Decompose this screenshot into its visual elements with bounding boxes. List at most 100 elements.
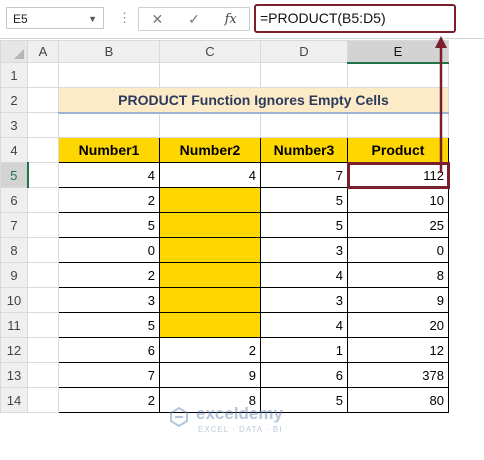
empty-cell-number2[interactable] bbox=[159, 237, 261, 263]
active-cell-product[interactable]: 112 bbox=[346, 161, 450, 189]
row-header[interactable]: 14 bbox=[0, 387, 28, 413]
cell-number2[interactable]: 4 bbox=[159, 162, 261, 188]
cell[interactable] bbox=[27, 112, 59, 138]
select-all-corner[interactable] bbox=[0, 40, 28, 63]
row-header[interactable]: 9 bbox=[0, 262, 28, 288]
more-icon[interactable]: ⋮ bbox=[118, 8, 131, 28]
close-icon[interactable]: ✕ bbox=[145, 11, 169, 28]
formula-input[interactable]: =PRODUCT(B5:D5) bbox=[254, 4, 456, 33]
cell-number1[interactable]: 2 bbox=[58, 387, 160, 413]
empty-cell-number2[interactable] bbox=[159, 262, 261, 288]
cell[interactable] bbox=[260, 62, 348, 88]
row-header[interactable]: 7 bbox=[0, 212, 28, 238]
row-header[interactable]: 13 bbox=[0, 362, 28, 388]
cell[interactable] bbox=[27, 262, 59, 288]
spreadsheet-grid: A B C D E 1 2 PRODUCT Function Ignores E… bbox=[0, 40, 450, 413]
empty-cell-number2[interactable] bbox=[159, 212, 261, 238]
cell-number3[interactable]: 6 bbox=[260, 362, 348, 388]
cell[interactable] bbox=[159, 112, 261, 138]
cell-number3[interactable]: 7 bbox=[260, 162, 348, 188]
cell-number3[interactable]: 5 bbox=[260, 187, 348, 213]
cell[interactable] bbox=[27, 337, 59, 363]
cell-number3[interactable]: 3 bbox=[260, 287, 348, 313]
row-header[interactable]: 3 bbox=[0, 112, 28, 138]
column-header-e[interactable]: E bbox=[347, 40, 449, 64]
cell[interactable] bbox=[260, 112, 348, 138]
cell[interactable] bbox=[27, 237, 59, 263]
cell[interactable] bbox=[27, 287, 59, 313]
row-header[interactable]: 1 bbox=[0, 62, 28, 88]
empty-cell-number2[interactable] bbox=[159, 312, 261, 338]
table-row: 11 5 4 20 bbox=[0, 312, 449, 338]
chevron-down-icon[interactable]: ▼ bbox=[88, 8, 97, 30]
column-header-c[interactable]: C bbox=[159, 40, 261, 63]
cell-number1[interactable]: 5 bbox=[58, 212, 160, 238]
cell-number1[interactable]: 7 bbox=[58, 362, 160, 388]
column-header-row: A B C D E bbox=[0, 40, 449, 64]
row-header[interactable]: 5 bbox=[0, 162, 29, 188]
cell-number1[interactable]: 2 bbox=[58, 187, 160, 213]
row-header[interactable]: 4 bbox=[0, 137, 28, 163]
cell-number1[interactable]: 5 bbox=[58, 312, 160, 338]
sheet-title[interactable]: PRODUCT Function Ignores Empty Cells bbox=[58, 87, 449, 114]
cell[interactable] bbox=[27, 212, 59, 238]
cell[interactable] bbox=[347, 62, 449, 88]
cell-product[interactable]: 25 bbox=[347, 212, 449, 238]
cell-product[interactable]: 12 bbox=[347, 337, 449, 363]
column-header-d[interactable]: D bbox=[260, 40, 348, 63]
cell-number2[interactable]: 2 bbox=[159, 337, 261, 363]
check-icon[interactable]: ✓ bbox=[182, 11, 206, 28]
table-row: 8 0 3 0 bbox=[0, 237, 449, 263]
table-row: 13 7 9 6 378 bbox=[0, 362, 449, 388]
table-row: 10 3 3 9 bbox=[0, 287, 449, 313]
row-header[interactable]: 2 bbox=[0, 87, 28, 113]
cell[interactable] bbox=[58, 112, 160, 138]
header-number3[interactable]: Number3 bbox=[260, 137, 348, 163]
cell[interactable] bbox=[27, 187, 59, 213]
sheet-row: 3 bbox=[0, 112, 449, 138]
cell[interactable] bbox=[27, 137, 59, 163]
header-number1[interactable]: Number1 bbox=[58, 137, 160, 163]
cell-number2[interactable]: 9 bbox=[159, 362, 261, 388]
cell-number3[interactable]: 4 bbox=[260, 262, 348, 288]
cell[interactable] bbox=[27, 362, 59, 388]
cell-product[interactable]: 20 bbox=[347, 312, 449, 338]
cell[interactable] bbox=[58, 62, 160, 88]
table-row: 6 2 5 10 bbox=[0, 187, 449, 213]
cell[interactable] bbox=[27, 387, 59, 413]
column-header-a[interactable]: A bbox=[27, 40, 59, 63]
row-header[interactable]: 12 bbox=[0, 337, 28, 363]
cell[interactable] bbox=[159, 62, 261, 88]
cell[interactable] bbox=[27, 62, 59, 88]
cell-number1[interactable]: 3 bbox=[58, 287, 160, 313]
cell-product[interactable]: 8 bbox=[347, 262, 449, 288]
cell-product[interactable]: 80 bbox=[347, 387, 449, 413]
cell-number3[interactable]: 1 bbox=[260, 337, 348, 363]
empty-cell-number2[interactable] bbox=[159, 187, 261, 213]
cell-number3[interactable]: 3 bbox=[260, 237, 348, 263]
cell-product[interactable]: 10 bbox=[347, 187, 449, 213]
cell-number1[interactable]: 0 bbox=[58, 237, 160, 263]
row-header[interactable]: 10 bbox=[0, 287, 28, 313]
cell-number1[interactable]: 6 bbox=[58, 337, 160, 363]
cell-product[interactable]: 378 bbox=[347, 362, 449, 388]
cell[interactable] bbox=[27, 87, 59, 113]
fx-icon[interactable]: fx bbox=[219, 12, 243, 27]
cell-product[interactable]: 0 bbox=[347, 237, 449, 263]
cell-number3[interactable]: 5 bbox=[260, 212, 348, 238]
cell[interactable] bbox=[347, 112, 449, 138]
empty-cell-number2[interactable] bbox=[159, 287, 261, 313]
row-header[interactable]: 6 bbox=[0, 187, 28, 213]
header-number2[interactable]: Number2 bbox=[159, 137, 261, 163]
cell[interactable] bbox=[27, 162, 59, 188]
row-header[interactable]: 8 bbox=[0, 237, 28, 263]
cell-number3[interactable]: 4 bbox=[260, 312, 348, 338]
header-product[interactable]: Product bbox=[347, 137, 449, 163]
cell-product[interactable]: 9 bbox=[347, 287, 449, 313]
cell-number1[interactable]: 2 bbox=[58, 262, 160, 288]
cell-number1[interactable]: 4 bbox=[58, 162, 160, 188]
column-header-b[interactable]: B bbox=[58, 40, 160, 63]
row-header[interactable]: 11 bbox=[0, 312, 28, 338]
name-box[interactable]: E5 ▼ bbox=[6, 7, 104, 29]
cell[interactable] bbox=[27, 312, 59, 338]
